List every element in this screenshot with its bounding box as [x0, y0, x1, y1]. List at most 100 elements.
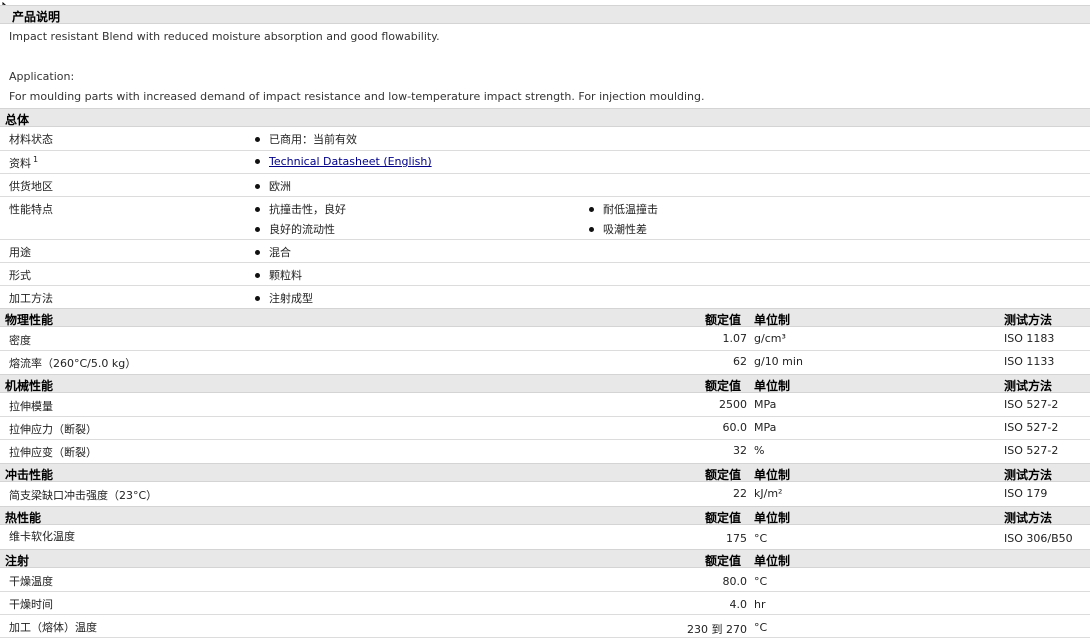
row-uses: 用途 混合	[0, 240, 1090, 263]
row-unit: °C	[754, 575, 768, 588]
column-unit: 单位制	[754, 468, 791, 482]
column-method: 测试方法	[1004, 313, 1053, 327]
column-method: 测试方法	[1004, 511, 1053, 525]
row-method: ISO 306/B50	[1004, 532, 1073, 545]
product-description: Impact resistant Blend with reduced mois…	[9, 30, 440, 43]
column-nominal: 额定值	[705, 511, 742, 525]
row-label: 维卡软化温度	[9, 530, 75, 543]
row-label: 拉伸模量	[9, 400, 53, 413]
bullet-item: 吸潮性差	[589, 221, 647, 237]
row-label: 加工（熔体）温度	[9, 621, 97, 634]
row-vicat-softening: 维卡软化温度 175 °C ISO 306/B50	[0, 526, 1090, 549]
bullet-item: 抗撞击性，良好	[255, 201, 346, 217]
row-unit: MPa	[754, 398, 777, 411]
row-label: 拉伸应力（断裂）	[9, 423, 97, 436]
row-value: 32	[733, 444, 747, 457]
column-unit: 单位制	[754, 554, 791, 568]
row-drying-temp: 干燥温度 80.0 °C	[0, 569, 1090, 592]
row-method: ISO 179	[1004, 487, 1048, 500]
row-label: 加工方法	[9, 292, 53, 305]
row-method: ISO 1133	[1004, 355, 1055, 368]
row-unit: g/cm³	[754, 332, 786, 345]
section-title: 冲击性能	[5, 468, 54, 482]
row-form: 形式 颗粒料	[0, 263, 1090, 286]
row-label: 供货地区	[9, 180, 53, 193]
row-supply-region: 供货地区 欧洲	[0, 174, 1090, 197]
row-value: 80.0	[722, 575, 748, 588]
bullet-item: 良好的流动性	[255, 221, 335, 237]
row-charpy-notched: 简支梁缺口冲击强度（23°C） 22 kJ/m² ISO 179	[0, 483, 1090, 506]
row-label: 熔流率（260°C/5.0 kg）	[9, 357, 137, 370]
section-header-impact: 冲击性能 额定值 单位制 测试方法	[0, 463, 1090, 482]
section-header-general: 总体	[0, 108, 1090, 127]
row-unit: °C	[754, 532, 768, 545]
row-tensile-strain: 拉伸应变（断裂） 32 % ISO 527-2	[0, 440, 1090, 463]
row-unit: kJ/m²	[754, 487, 783, 500]
row-label: 用途	[9, 246, 31, 259]
column-unit: 单位制	[754, 313, 791, 327]
row-method: ISO 1183	[1004, 332, 1055, 345]
bullet-item: 颗粒料	[255, 267, 302, 283]
row-drying-time: 干燥时间 4.0 hr	[0, 592, 1090, 615]
bullet-item: Technical Datasheet (English)	[255, 155, 432, 168]
row-unit: °C	[754, 621, 768, 634]
row-unit: %	[754, 444, 765, 457]
row-label: 材料状态	[9, 133, 53, 146]
row-label: 资料 1	[9, 155, 39, 170]
column-nominal: 额定值	[705, 313, 742, 327]
row-material-status: 材料状态 已商用：当前有效	[0, 127, 1090, 151]
column-method: 测试方法	[1004, 468, 1053, 482]
row-label: 干燥时间	[9, 598, 53, 611]
row-value: 230 到 270	[687, 623, 747, 636]
row-label: 简支梁缺口冲击强度（23°C）	[9, 489, 158, 502]
technical-datasheet-link[interactable]: Technical Datasheet (English)	[269, 155, 432, 168]
row-melt-temp: 加工（熔体）温度 230 到 270 °C	[0, 615, 1090, 638]
section-title: 物理性能	[5, 313, 54, 327]
application-text: For moulding parts with increased demand…	[9, 90, 705, 103]
row-density: 密度 1.07 g/cm³ ISO 1183	[0, 328, 1090, 351]
column-nominal: 额定值	[705, 379, 742, 393]
row-method: ISO 527-2	[1004, 421, 1059, 434]
row-processing-method: 加工方法 注射成型	[0, 286, 1090, 308]
bullet-item: 耐低温撞击	[589, 201, 658, 217]
row-unit: g/10 min	[754, 355, 803, 368]
bullet-item: 欧洲	[255, 178, 291, 194]
row-unit: hr	[754, 598, 766, 611]
bullet-item: 注射成型	[255, 290, 313, 306]
row-features: 性能特点 抗撞击性，良好 耐低温撞击 良好的流动性 吸潮性差	[0, 197, 1090, 240]
row-label: 形式	[9, 269, 31, 282]
row-label: 拉伸应变（断裂）	[9, 446, 97, 459]
section-title: 产品说明	[12, 10, 61, 24]
row-value: 62	[733, 355, 747, 368]
column-method: 测试方法	[1004, 379, 1053, 393]
row-method: ISO 527-2	[1004, 444, 1059, 457]
section-header-physical: 物理性能 额定值 单位制 测试方法	[0, 308, 1090, 327]
row-tensile-modulus: 拉伸模量 2500 MPa ISO 527-2	[0, 394, 1090, 417]
section-header-product-description: 产品说明	[0, 5, 1090, 24]
application-label: Application:	[9, 70, 75, 83]
row-value: 2500	[719, 398, 747, 411]
row-label: 密度	[9, 334, 31, 347]
row-label: 干燥温度	[9, 575, 53, 588]
row-unit: MPa	[754, 421, 777, 434]
section-header-mechanical: 机械性能 额定值 单位制 测试方法	[0, 374, 1090, 393]
column-nominal: 额定值	[705, 468, 742, 482]
row-value: 22	[733, 487, 747, 500]
row-tensile-stress: 拉伸应力（断裂） 60.0 MPa ISO 527-2	[0, 417, 1090, 440]
bullet-item: 混合	[255, 244, 291, 260]
row-method: ISO 527-2	[1004, 398, 1059, 411]
bullet-item: 已商用：当前有效	[255, 131, 357, 147]
row-value: 1.07	[722, 332, 748, 345]
section-title: 热性能	[5, 511, 42, 525]
column-nominal: 额定值	[705, 554, 742, 568]
row-value: 175	[726, 532, 747, 545]
section-title: 注射	[5, 554, 30, 568]
row-value: 60.0	[722, 421, 748, 434]
section-title: 机械性能	[5, 379, 54, 393]
column-unit: 单位制	[754, 379, 791, 393]
section-header-injection: 注射 额定值 单位制	[0, 549, 1090, 568]
section-title: 总体	[5, 113, 30, 127]
row-label: 性能特点	[9, 203, 53, 216]
row-value: 4.0	[729, 598, 748, 611]
section-header-thermal: 热性能 额定值 单位制 测试方法	[0, 506, 1090, 525]
